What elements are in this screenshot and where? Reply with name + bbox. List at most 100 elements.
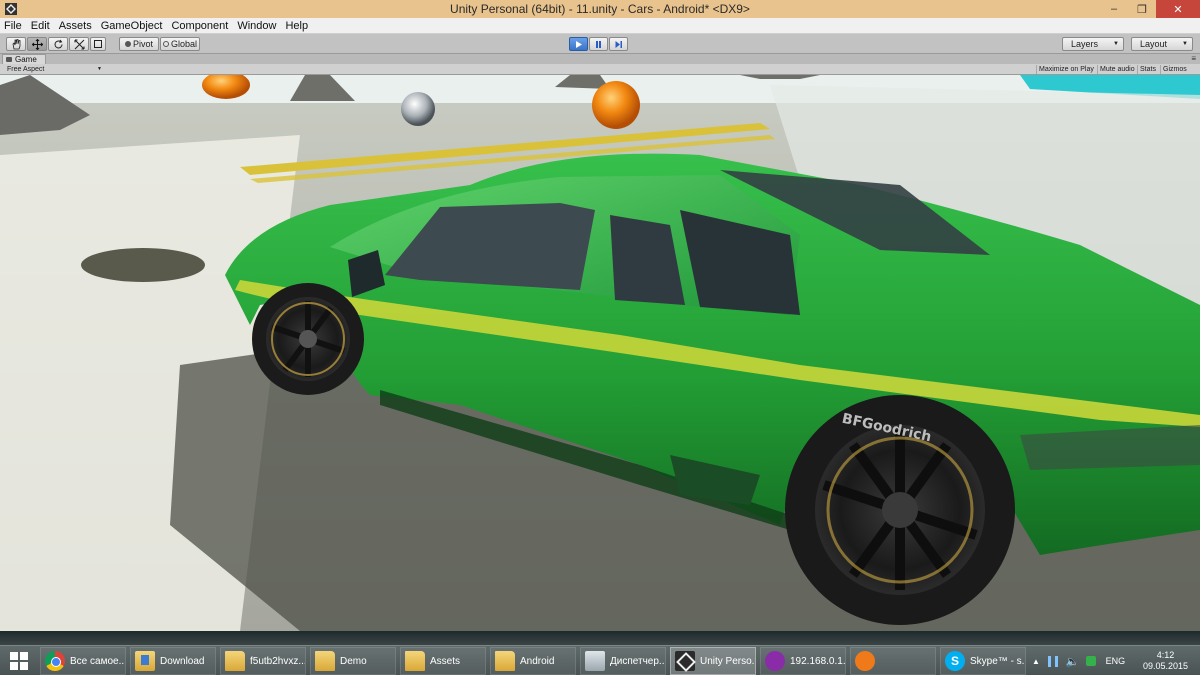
clock[interactable]: 4:12 09.05.2015 xyxy=(1143,650,1188,672)
language-indicator[interactable]: ENG xyxy=(1106,656,1126,666)
remote-desktop-icon xyxy=(765,651,785,671)
avast-icon xyxy=(855,651,875,671)
game-view-bar: Free Aspect ▼ Maximize on Play Mute audi… xyxy=(0,64,1200,75)
system-tray: ▲ 🔈 ENG xyxy=(1032,646,1125,675)
shield-icon[interactable] xyxy=(1085,656,1096,666)
global-toggle-button[interactable]: Global xyxy=(160,37,200,51)
menu-window[interactable]: Window xyxy=(237,20,276,32)
taskbar-item-label: Assets xyxy=(430,655,461,667)
unity-app-icon xyxy=(5,3,17,15)
game-tab-strip: Game ≡ xyxy=(0,54,1200,64)
taskbar-item-unity[interactable]: Unity Perso... xyxy=(670,647,756,675)
scale-tool-button[interactable] xyxy=(69,37,89,51)
global-label: Global xyxy=(170,39,197,49)
window-title: Unity Personal (64bit) - 11.unity - Cars… xyxy=(450,2,750,16)
pause-icon xyxy=(596,40,601,48)
step-icon xyxy=(615,40,622,48)
layout-dropdown[interactable]: Layout ▼ xyxy=(1131,37,1193,51)
taskbar-item-avast[interactable] xyxy=(850,647,936,675)
play-button[interactable] xyxy=(569,37,588,51)
menu-assets[interactable]: Assets xyxy=(59,20,92,32)
taskbar-item-android[interactable]: Android xyxy=(490,647,576,675)
taskbar-item-demo[interactable]: Demo xyxy=(310,647,396,675)
taskbar-item-assets[interactable]: Assets xyxy=(400,647,486,675)
pivot-label: Pivot xyxy=(132,39,153,49)
globe-icon xyxy=(162,41,169,47)
folder-icon xyxy=(225,651,245,671)
start-button[interactable] xyxy=(0,646,38,675)
menu-help[interactable]: Help xyxy=(285,20,308,32)
tab-game-label: Game xyxy=(15,55,37,64)
taskbar-item-task-manager[interactable]: Диспетчер... xyxy=(580,647,666,675)
rect-icon xyxy=(94,40,102,48)
minimize-button[interactable]: – xyxy=(1100,0,1128,18)
taskbar-item-remote-desktop[interactable]: 192.168.0.1... xyxy=(760,647,846,675)
windows-taskbar: Все самое... Download f5utb2hvxz... Demo… xyxy=(0,645,1200,675)
menu-component[interactable]: Component xyxy=(171,20,228,32)
taskbar-item-label: Demo xyxy=(340,655,367,667)
hand-icon xyxy=(12,38,20,49)
taskbar-item-chrome[interactable]: Все самое... xyxy=(40,647,126,675)
folder-icon xyxy=(315,651,335,671)
game-scene: BFGoodrich xyxy=(0,75,1200,631)
show-hidden-icons-icon[interactable]: ▲ xyxy=(1032,657,1040,666)
stats-toggle[interactable]: Stats xyxy=(1137,65,1158,74)
chevron-down-icon: ▼ xyxy=(97,66,102,72)
task-manager-icon xyxy=(585,651,605,671)
scale-icon xyxy=(74,39,84,49)
menu-bar: File Edit Assets GameObject Component Wi… xyxy=(0,18,1200,34)
taskbar-item-label: Skype™ - s... xyxy=(970,655,1026,667)
close-button[interactable]: ✕ xyxy=(1156,0,1200,18)
taskbar-item-label: Все самое... xyxy=(70,655,126,667)
folder-download-icon xyxy=(135,651,155,671)
layers-label: Layers xyxy=(1071,39,1099,49)
layout-label: Layout xyxy=(1140,39,1168,49)
rotate-tool-button[interactable] xyxy=(48,37,68,51)
chevron-down-icon: ▼ xyxy=(1113,41,1119,47)
layers-dropdown[interactable]: Layers ▼ xyxy=(1062,37,1124,51)
skype-icon: S xyxy=(945,651,965,671)
volume-icon[interactable]: 🔈 xyxy=(1066,655,1080,668)
chevron-down-icon: ▼ xyxy=(1182,41,1188,47)
aspect-dropdown[interactable]: Free Aspect ▼ xyxy=(4,65,104,74)
taskbar-item-download[interactable]: Download xyxy=(130,647,216,675)
step-button[interactable] xyxy=(609,37,628,51)
taskbar-item-label: 192.168.0.1... xyxy=(790,655,846,667)
aspect-value: Free Aspect xyxy=(7,66,45,73)
taskbar-item-skype[interactable]: S Skype™ - s... xyxy=(940,647,1026,675)
pivot-icon xyxy=(124,41,131,47)
rotate-icon xyxy=(54,39,62,48)
unity-icon xyxy=(675,651,695,671)
taskbar-item-label: Download xyxy=(160,655,205,667)
viewport-bottom-strip xyxy=(0,631,1200,645)
game-viewport[interactable]: BFGoodrich xyxy=(0,75,1200,631)
pause-button[interactable] xyxy=(589,37,608,51)
clock-time: 4:12 xyxy=(1156,650,1175,660)
title-bar: Unity Personal (64bit) - 11.unity - Cars… xyxy=(0,0,1200,18)
taskbar-item-label: Unity Perso... xyxy=(700,655,756,667)
pivot-toggle-button[interactable]: Pivot xyxy=(119,37,159,51)
game-controller-icon xyxy=(6,57,12,62)
move-tool-button[interactable] xyxy=(27,37,47,51)
maximize-on-play-toggle[interactable]: Maximize on Play xyxy=(1036,65,1096,74)
rect-tool-button[interactable] xyxy=(90,37,106,51)
menu-file[interactable]: File xyxy=(4,20,22,32)
gizmos-dropdown[interactable]: Gizmos xyxy=(1160,65,1189,74)
menu-gameobject[interactable]: GameObject xyxy=(101,20,163,32)
clock-date: 09.05.2015 xyxy=(1142,661,1188,671)
panel-menu-icon[interactable]: ≡ xyxy=(1191,54,1196,64)
play-icon xyxy=(576,40,582,48)
maximize-button[interactable]: ❐ xyxy=(1128,0,1156,18)
move-icon xyxy=(31,38,43,50)
mute-audio-toggle[interactable]: Mute audio xyxy=(1097,65,1137,74)
chrome-icon xyxy=(45,651,65,671)
taskbar-item-folder-f5utb[interactable]: f5utb2hvxz... xyxy=(220,647,306,675)
taskbar-item-label: Android xyxy=(520,655,555,667)
taskbar-item-label: f5utb2hvxz... xyxy=(250,655,306,667)
folder-icon xyxy=(495,651,515,671)
menu-edit[interactable]: Edit xyxy=(31,20,50,32)
tab-game[interactable]: Game xyxy=(2,54,46,64)
network-icon[interactable] xyxy=(1047,655,1058,667)
main-toolbar: Pivot Global Layers ▼ Layout ▼ xyxy=(0,34,1200,54)
hand-tool-button[interactable] xyxy=(6,37,26,51)
